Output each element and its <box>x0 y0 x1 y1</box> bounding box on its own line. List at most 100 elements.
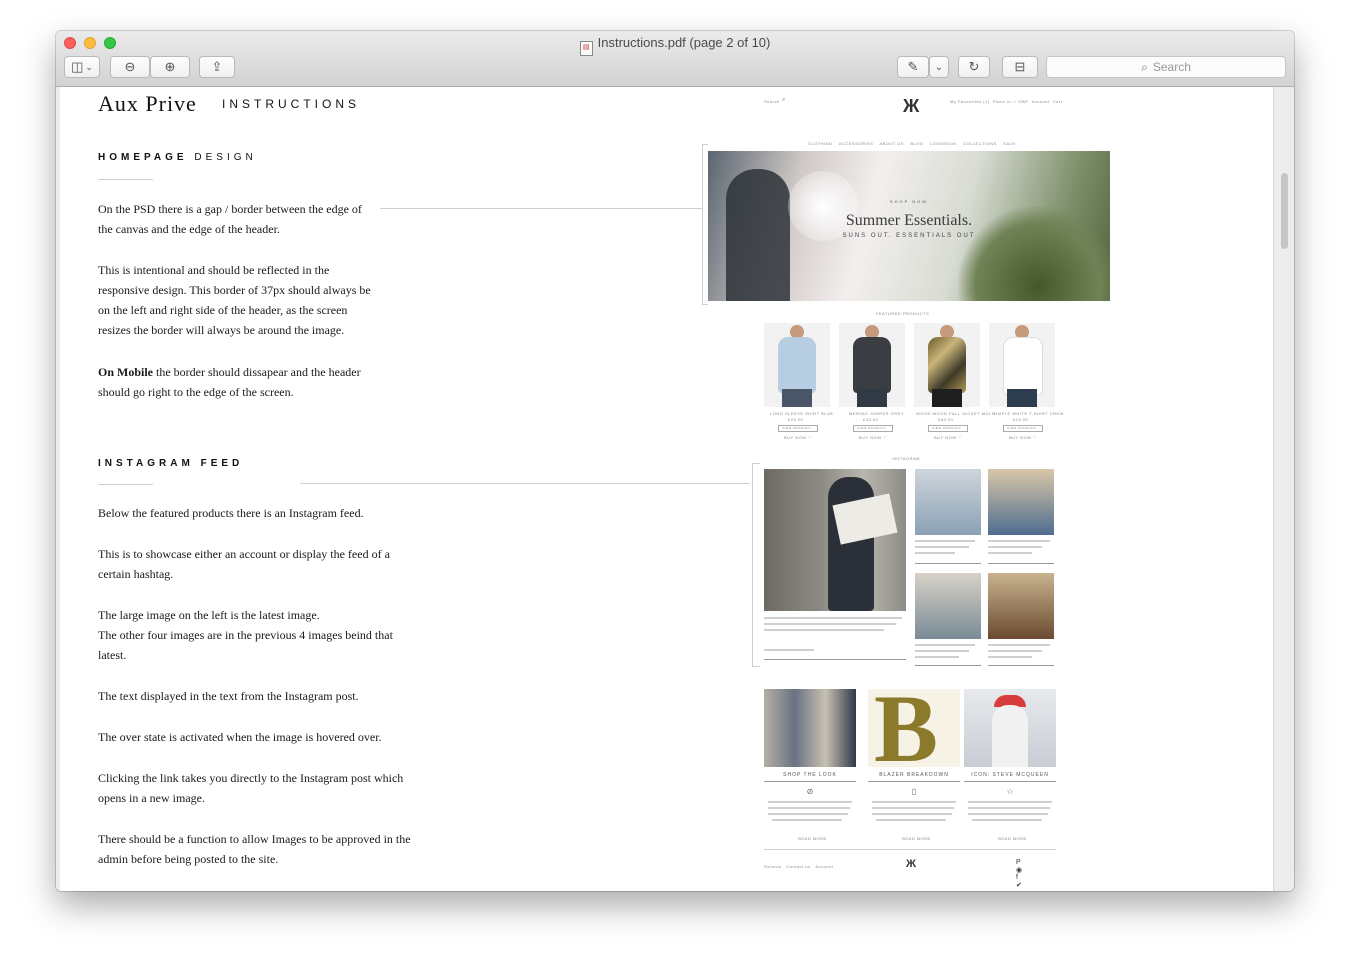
paragraph: There should be a function to allow Imag… <box>98 832 411 866</box>
paragraph: On the PSD there is a gap / border betwe… <box>98 202 362 236</box>
paragraph: On Mobile the border should dissapear an… <box>98 365 361 399</box>
paragraph: The large image on the left is the lates… <box>98 608 393 662</box>
mock-footer-logo-icon: Ж <box>906 858 916 870</box>
paragraph: The text displayed in the text from the … <box>98 689 359 703</box>
search-icon: ⌕ <box>782 97 786 103</box>
product-name: MERINO JUMPER GREY <box>849 411 905 416</box>
heading-underline <box>98 484 153 485</box>
share-icon: ⇪ <box>211 59 223 74</box>
product-price: £29.00 <box>788 417 804 422</box>
preview-window: ▤ Instructions.pdf (page 2 of 10) ◫ ⌄ ⊖ ⊕ … <box>56 31 1294 891</box>
product-fav: BUY NOW ♡ <box>784 435 813 440</box>
blog-letter-graphic: B <box>874 689 939 767</box>
document-viewport[interactable]: Aux Prive INSTRUCTIONS HOMEPAGE DESIGN O… <box>56 87 1294 891</box>
product-name: WOOD WOOD FALL JACKET MULTI <box>916 411 996 416</box>
mock-social-icons: P ◉ f ✔ <box>1016 859 1023 889</box>
markup-button[interactable]: ✎ <box>897 56 929 78</box>
rotate-button[interactable]: ↻ <box>958 56 990 78</box>
product-price: £89.00 <box>938 417 954 422</box>
markup-icon: ✎ <box>907 59 919 74</box>
instagram-image <box>915 573 981 639</box>
mock-view-product-button: VIEW PRODUCT <box>778 425 818 432</box>
blog-read-more: READ MORE <box>998 836 1027 841</box>
product-fav: BUY NOW ♡ <box>934 435 963 440</box>
instagram-latest-image <box>764 469 906 611</box>
product-fav: BUY NOW ♡ <box>1009 435 1038 440</box>
bracket-line <box>752 666 760 667</box>
paragraph: This is intentional and should be reflec… <box>98 263 371 337</box>
zoom-in-button[interactable]: ⊕ <box>150 56 190 78</box>
mock-menu: CLOTHING ACCESSORIES ABOUT US BLOG LOOKB… <box>808 141 1016 146</box>
heading-underline <box>98 179 153 180</box>
instagram-image <box>915 469 981 535</box>
featured-heading: FEATURED PRODUCTS <box>876 311 930 316</box>
share-button[interactable]: ⇪ <box>199 56 235 78</box>
paragraph: The over state is activated when the ima… <box>98 730 382 744</box>
search-icon: ⌕ <box>1141 59 1148 74</box>
toolbox-icon: ⊟ <box>1014 59 1026 74</box>
section-heading-homepage: HOMEPAGE DESIGN <box>98 152 257 163</box>
mock-view-product-button: VIEW PRODUCT <box>1003 425 1043 432</box>
blog-image <box>764 689 856 767</box>
bracket-line <box>702 304 708 305</box>
mock-view-product-button: VIEW PRODUCT <box>928 425 968 432</box>
blog-read-more: READ MORE <box>902 836 931 841</box>
hero-kicker: SHOP NOW <box>889 199 929 204</box>
mock-footer-links: Returns Contact us Account <box>764 864 834 869</box>
blog-read-more: READ MORE <box>798 836 827 841</box>
title-bar: ▤ Instructions.pdf (page 2 of 10) ◫ ⌄ ⊖ ⊕ … <box>56 31 1294 87</box>
product-name: SIMPLE WHITE T-SHIRT CREW <box>993 411 1064 416</box>
bracket-line <box>752 463 753 666</box>
page-title: INSTRUCTIONS <box>222 97 360 111</box>
paragraph: Clicking the link takes you directly to … <box>98 771 404 805</box>
search-field[interactable]: ⌕ Search <box>1046 56 1286 78</box>
product-image <box>764 323 830 407</box>
blog-image <box>964 689 1056 767</box>
product-price: £15.00 <box>1013 417 1029 422</box>
blog-category-icon: ⊘ <box>806 787 814 796</box>
paragraph: This is to showcase either an account or… <box>98 547 390 581</box>
section-heading-instagram: INSTAGRAM FEED <box>98 458 244 469</box>
zoom-out-icon: ⊖ <box>124 59 136 74</box>
instagram-image <box>988 469 1054 535</box>
blog-title: BLAZER BREAKDOWN <box>879 772 949 778</box>
mock-search: Search <box>764 99 780 104</box>
hero-sunlight <box>788 171 858 241</box>
mock-view-product-button: VIEW PRODUCT <box>853 425 893 432</box>
vertical-scrollbar[interactable] <box>1281 173 1288 249</box>
zoom-in-icon: ⊕ <box>164 59 176 74</box>
instagram-image <box>988 573 1054 639</box>
blog-title: ICON: STEVE MCQUEEN <box>971 772 1049 778</box>
blog-title: SHOP THE LOOK <box>783 772 837 778</box>
product-image <box>839 323 905 407</box>
bracket-line <box>702 144 703 304</box>
pdf-page: Aux Prive INSTRUCTIONS HOMEPAGE DESIGN O… <box>60 87 1274 891</box>
hero-subtitle: SUNS OUT. ESSENTIALS OUT <box>842 233 976 239</box>
product-name: LONG SLEEVE SHIRT BLUE <box>770 411 834 416</box>
rotate-icon: ↻ <box>968 59 980 74</box>
hero-title: Summer Essentials. <box>845 212 973 229</box>
blog-category-icon: ▯ <box>911 787 917 796</box>
window-title: ▤ Instructions.pdf (page 2 of 10) <box>56 35 1294 56</box>
callout-line <box>380 208 702 209</box>
product-image <box>989 323 1055 407</box>
mock-hero-banner: SHOP NOW Summer Essentials. SUNS OUT. ES… <box>708 151 1110 301</box>
blog-image: B <box>868 689 960 767</box>
chevron-down-icon: ⌄ <box>934 61 944 73</box>
instagram-heading: INSTAGRAM <box>892 456 920 461</box>
bracket-line <box>752 463 760 464</box>
chevron-down-icon: ⌄ <box>85 61 93 72</box>
paragraph: Below the featured products there is an … <box>98 506 364 520</box>
mock-logo-icon: Ж <box>903 96 920 116</box>
product-fav: BUY NOW ♡ <box>859 435 888 440</box>
toolbox-button[interactable]: ⊟ <box>1002 56 1038 78</box>
callout-line <box>300 483 750 484</box>
sidebar-icon: ◫ <box>71 59 84 74</box>
sidebar-toggle-button[interactable]: ◫ ⌄ <box>64 56 100 78</box>
zoom-out-button[interactable]: ⊖ <box>110 56 150 78</box>
mock-nav-right: My Favourites (1) Place in ☆ GBP Account… <box>950 99 1063 104</box>
blog-category-icon: ☆ <box>1006 787 1014 796</box>
product-price: £35.00 <box>863 417 879 422</box>
markup-menu-button[interactable]: ⌄ <box>929 56 949 78</box>
brand-logo: Aux Prive <box>98 91 197 116</box>
